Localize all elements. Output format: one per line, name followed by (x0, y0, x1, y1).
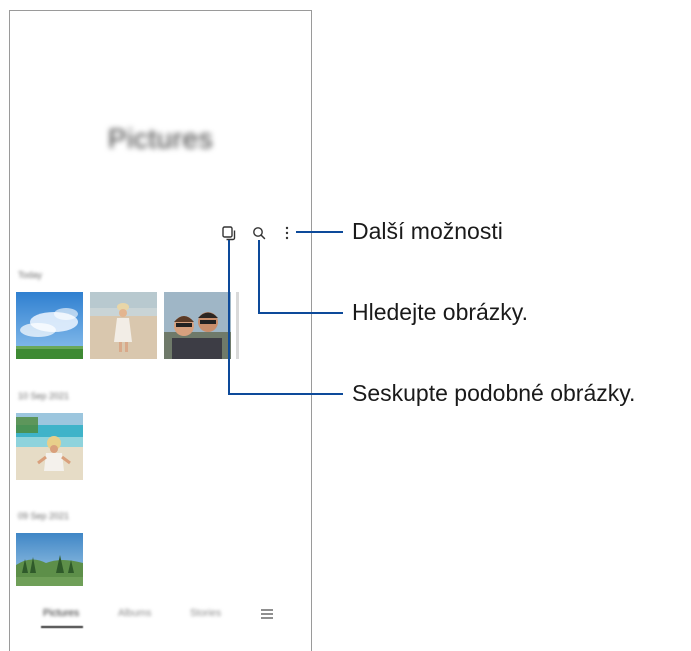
more-options-icon[interactable] (278, 224, 296, 242)
active-tab-indicator (41, 626, 83, 628)
callout-line-more-options (296, 231, 343, 233)
callout-more-options: Další možnosti (352, 218, 503, 244)
photo-thumbnail-beach-girl[interactable] (90, 292, 157, 359)
bottom-navigation: Pictures Albums Stories (10, 601, 311, 631)
section-label-date-2: 09 Sep 2021 (18, 511, 70, 521)
callout-line-search-vertical (258, 240, 260, 313)
section-label-today: Today (18, 270, 43, 280)
phone-screen: Pictures Today 10 Sep 2021 09 Sep 2021 P… (9, 10, 312, 651)
photo-thumbnail-beach-child[interactable] (16, 413, 83, 480)
tab-albums[interactable]: Albums (118, 608, 151, 619)
callout-group-similar: Seskupte podobné obrázky. (352, 380, 636, 406)
tab-pictures[interactable]: Pictures (43, 608, 79, 619)
callout-line-group-vertical (228, 240, 230, 394)
callout-line-search-horizontal (258, 312, 343, 314)
photo-thumbnail-landscape[interactable] (16, 533, 83, 586)
tab-stories[interactable]: Stories (190, 608, 221, 619)
callout-search: Hledejte obrázky. (352, 299, 528, 325)
hamburger-menu-icon[interactable] (260, 607, 274, 621)
page-title: Pictures (107, 123, 214, 154)
photo-thumbnail-couple-selfie[interactable] (164, 292, 231, 359)
photo-thumbnail-sky[interactable] (16, 292, 83, 359)
section-label-date-1: 10 Sep 2021 (18, 391, 70, 401)
photo-thumbnail-peek (236, 292, 239, 359)
callout-line-group-horizontal (228, 393, 343, 395)
